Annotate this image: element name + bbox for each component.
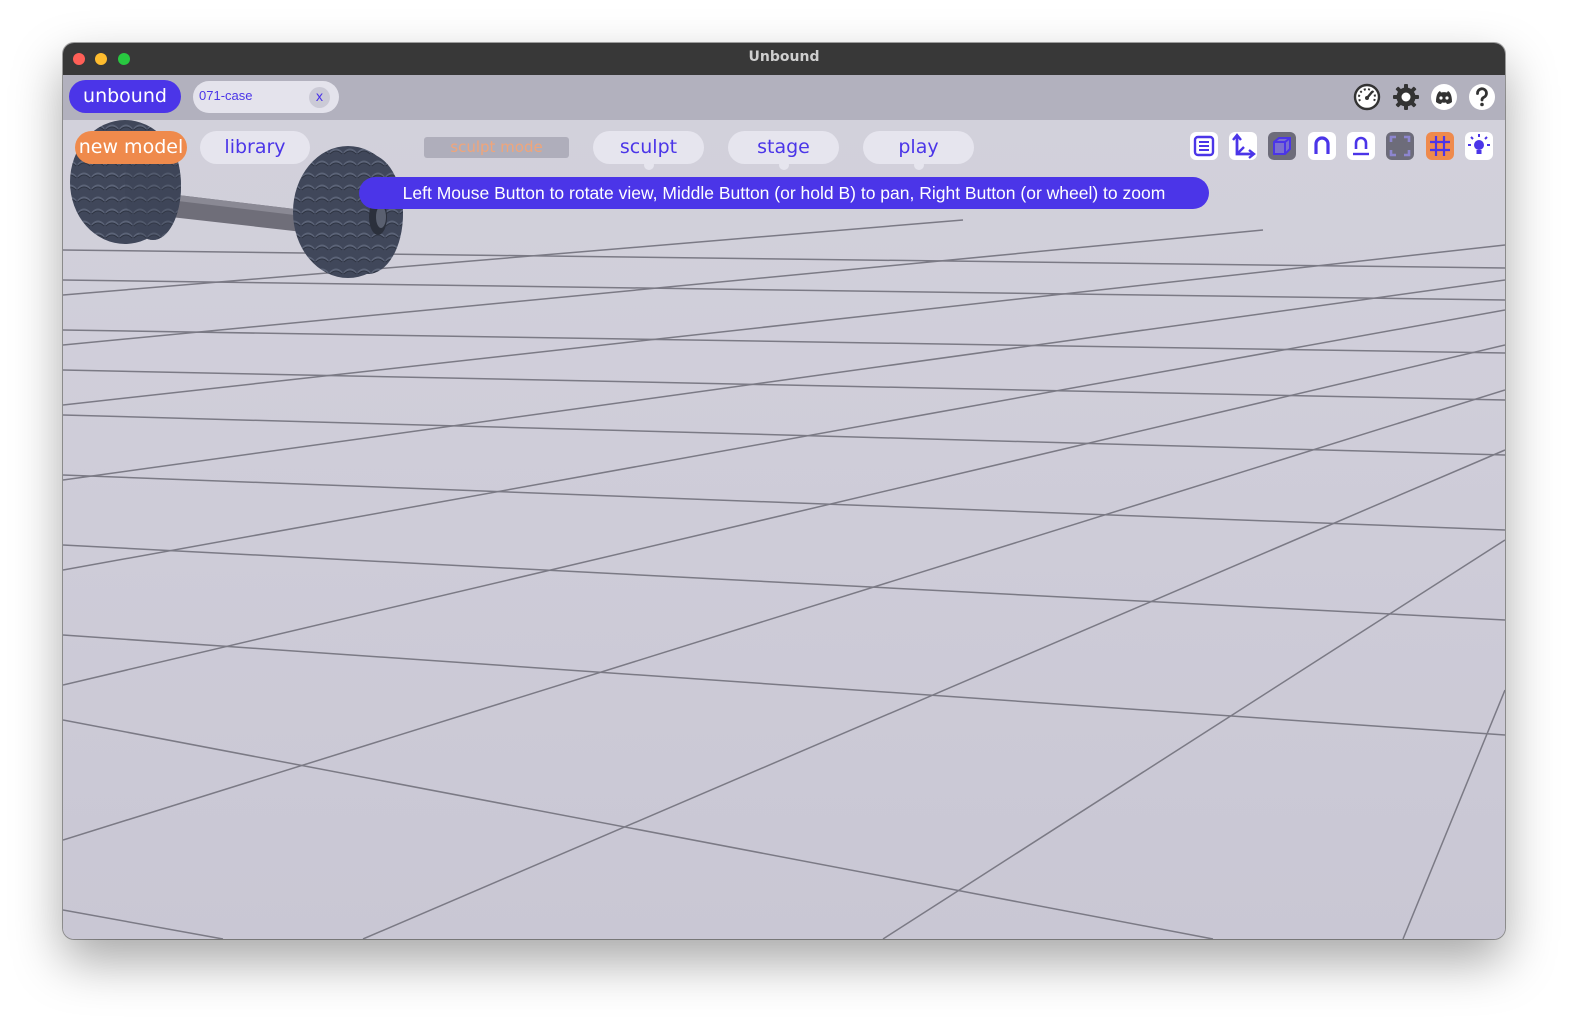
tab-play[interactable]: play: [863, 131, 974, 170]
symmetry-magnet-icon[interactable]: [1347, 132, 1375, 160]
window-title: Unbound: [748, 49, 820, 65]
frame-icon[interactable]: [1386, 132, 1414, 160]
tab-play-label: play: [898, 136, 939, 158]
app-window: Unbound unbound 071-case x new model lib…: [63, 43, 1505, 939]
magnet-icon[interactable]: [1308, 132, 1336, 160]
tab-sculpt-pointer: [643, 160, 654, 170]
tab-stage-label: stage: [757, 136, 810, 158]
tab-sculpt-label: sculpt: [619, 136, 678, 158]
3d-viewport[interactable]: [63, 120, 1505, 939]
performance-gauge-icon[interactable]: [1353, 83, 1381, 111]
top-bar: unbound 071-case x: [63, 75, 1505, 120]
tab-stage[interactable]: stage: [728, 131, 839, 170]
tab-sculpt[interactable]: sculpt: [593, 131, 704, 170]
list-icon[interactable]: [1190, 132, 1218, 160]
new-model-button[interactable]: new model: [75, 131, 187, 164]
tab-stage-pointer: [778, 160, 789, 170]
settings-gear-icon[interactable]: [1392, 83, 1420, 111]
axes-icon[interactable]: [1229, 132, 1257, 160]
file-tab-close-button[interactable]: x: [309, 87, 330, 108]
help-icon[interactable]: [1468, 83, 1496, 111]
cube-icon[interactable]: [1268, 132, 1296, 160]
title-bar: Unbound: [63, 43, 1505, 75]
tab-play-pointer: [913, 160, 924, 170]
brand-button[interactable]: unbound: [69, 80, 181, 113]
file-tab-label: 071-case: [199, 88, 253, 103]
light-icon[interactable]: [1465, 132, 1493, 160]
grid-icon[interactable]: [1426, 132, 1454, 160]
discord-icon[interactable]: [1430, 83, 1458, 111]
sculpt-mode-indicator: sculpt mode: [424, 137, 569, 158]
navigation-hint: Left Mouse Button to rotate view, Middle…: [359, 177, 1209, 209]
library-button[interactable]: library: [200, 131, 310, 164]
file-tab[interactable]: 071-case x: [193, 81, 339, 113]
